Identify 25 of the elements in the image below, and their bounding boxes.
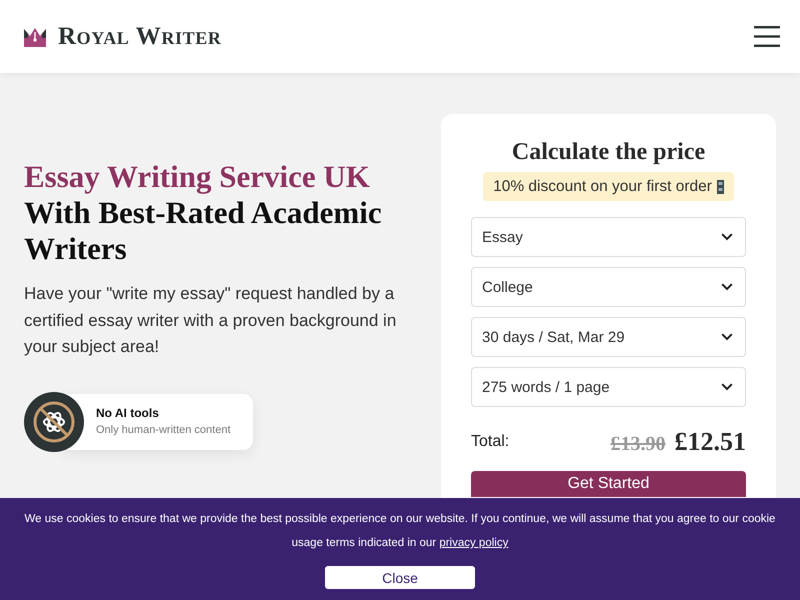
cookie-notice-text: We use cookies to ensure that we provide the best possible experience on our website. If you continue, we will assume that you agree to our cookie usage terms indicated in our privacy policy [24, 512, 776, 551]
discount-text: 10% discount on your first order [493, 178, 712, 196]
privacy-policy-link[interactable]: privacy policy [439, 537, 508, 549]
hero-heading: Essay Writing Service UK With Best-Rated Academic Writers [24, 159, 383, 267]
chevron-down-icon [721, 233, 733, 241]
select-field[interactable]: 275 words / 1 page [471, 367, 746, 407]
price: £12.51 [674, 427, 746, 457]
chevron-down-icon [721, 383, 733, 391]
old-price: £13.90 [610, 433, 666, 456]
chevron-down-icon [721, 283, 733, 291]
missing-glyph-icon [716, 180, 724, 194]
chevron-down-icon [721, 333, 733, 341]
hero-description: Have your "write my essay" request handled by a certified essay writer with a proven background in your subject area! [24, 283, 398, 358]
calculator-title: Calculate the price [510, 138, 706, 166]
close-button[interactable]: Close [325, 566, 475, 589]
logo-text[interactable]: Royal Writer [58, 24, 222, 49]
crown-icon [24, 26, 46, 46]
select-field[interactable]: Essay [471, 217, 746, 257]
total-label: Total: [471, 433, 510, 451]
get-started-button[interactable]: Get Started [471, 471, 746, 497]
badge-title: No AI tools [96, 406, 160, 420]
select-field[interactable]: 30 days / Sat, Mar 29 [471, 317, 746, 357]
badge-subtitle: Only human-written content [96, 424, 232, 437]
menu-icon[interactable] [754, 26, 780, 47]
select-field[interactable]: College [471, 267, 746, 307]
